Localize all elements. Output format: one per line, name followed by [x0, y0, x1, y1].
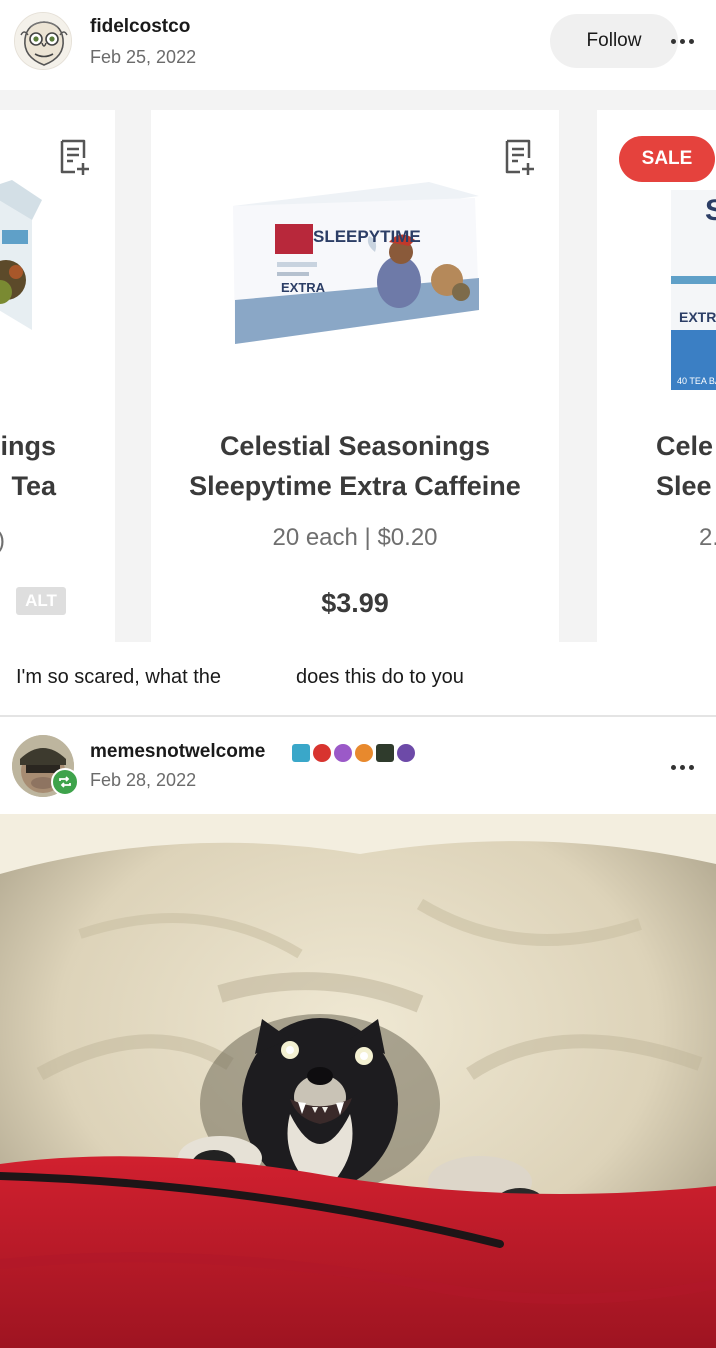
dog-photo — [0, 814, 716, 1348]
product-quantity: 20 each — [272, 524, 358, 551]
product-name-line2: Tea — [11, 471, 56, 501]
product-quantity: ) — [0, 527, 5, 555]
product-card-left[interactable]: ings Tea ) ALT — [0, 110, 115, 642]
product-name-line2: Sleepytime Extra Caffeine — [189, 471, 521, 501]
user-badges[interactable] — [292, 741, 415, 765]
product-unit-info: 20 each | $0.20 — [151, 524, 559, 552]
more-options-icon[interactable] — [662, 752, 702, 782]
product-quantity: 2. — [699, 524, 716, 551]
post-header: fidelcostco Feb 25, 2022 Follow — [0, 0, 716, 90]
product-card-right[interactable]: SALE S EXTR 40 TEA BA Cele Slee 2. — [597, 110, 716, 642]
alt-text-button[interactable]: ALT — [16, 587, 66, 615]
post-date[interactable]: Feb 28, 2022 — [90, 770, 196, 791]
badge-icon[interactable] — [334, 744, 352, 762]
badge-icon[interactable] — [313, 744, 331, 762]
badge-icon[interactable] — [292, 744, 310, 762]
product-image-sleepytime: SLEEPYTIME EXTRA — [233, 182, 479, 344]
product-image-left — [0, 180, 42, 330]
product-name-line1: Celestial Seasonings — [219, 431, 491, 461]
svg-text:S: S — [705, 194, 716, 227]
sale-badge: SALE — [619, 136, 715, 182]
post-username[interactable]: fidelcostco — [90, 16, 190, 38]
post-date[interactable]: Feb 25, 2022 — [90, 47, 196, 68]
box-count-text: 40 TEA BA — [677, 376, 716, 386]
post-divider — [0, 715, 716, 717]
reblog-icon — [51, 768, 79, 796]
post-username[interactable]: memesnotwelcome — [90, 741, 265, 763]
product-unit-price: | $0.20 — [364, 524, 438, 551]
box-variant-text: EXTRA — [281, 280, 326, 295]
follow-button[interactable]: Follow — [550, 14, 678, 68]
badge-icon[interactable] — [376, 744, 394, 762]
add-to-list-icon[interactable] — [503, 138, 537, 176]
post-image[interactable] — [0, 814, 716, 1348]
box-variant-text: EXTR — [679, 309, 716, 325]
post-caption-part2: does this do to you — [296, 666, 464, 688]
product-card-center[interactable]: SLEEPYTIME EXTRA Celestial Seasonings Sl… — [151, 110, 559, 642]
product-name-line1: Cele — [656, 431, 714, 461]
post-caption-part1: I'm so scared, what the — [16, 666, 222, 688]
product-name-line1: ings — [0, 431, 56, 461]
add-to-list-icon[interactable] — [58, 138, 92, 176]
product-price: $3.99 — [321, 588, 389, 618]
product-carousel[interactable]: ings Tea ) ALT — [0, 90, 716, 642]
product-name-line2: Slee — [656, 471, 712, 501]
box-brand-text: SLEEPYTIME — [313, 227, 421, 246]
more-options-icon[interactable] — [662, 26, 702, 56]
badge-icon[interactable] — [355, 744, 373, 762]
product-image-right: S EXTR 40 TEA BA — [671, 190, 716, 390]
badge-icon[interactable] — [397, 744, 415, 762]
avatar[interactable] — [14, 12, 72, 70]
